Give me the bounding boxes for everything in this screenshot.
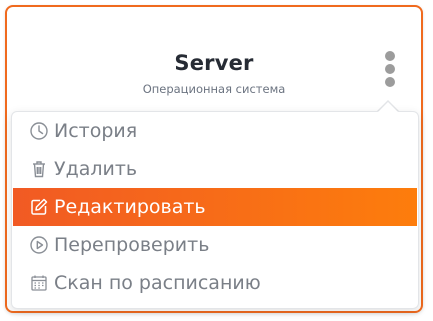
context-menu: История Удалить Редактировать Перепровер… [11, 111, 419, 309]
menu-item-scheduled-scan[interactable]: Скан по расписанию [13, 264, 417, 302]
clock-icon [28, 120, 50, 142]
trash-icon [28, 158, 50, 180]
kebab-dot [385, 64, 395, 74]
calendar-icon [28, 272, 50, 294]
menu-item-label: Скан по расписанию [54, 272, 261, 294]
card-title: Server [174, 51, 254, 75]
menu-item-label: История [54, 120, 138, 142]
menu-pointer-fill [378, 102, 398, 112]
menu-item-label: Перепроверить [54, 234, 210, 256]
card-subtitle: Операционная система [142, 82, 286, 96]
edit-icon [28, 196, 50, 218]
menu-item-label: Редактировать [54, 196, 206, 218]
more-options-icon[interactable] [379, 49, 401, 89]
menu-item-label: Удалить [54, 158, 138, 180]
menu-item-history[interactable]: История [13, 112, 417, 150]
play-circle-icon [28, 234, 50, 256]
menu-item-delete[interactable]: Удалить [13, 150, 417, 188]
menu-item-recheck[interactable]: Перепроверить [13, 226, 417, 264]
menu-item-edit[interactable]: Редактировать [13, 188, 417, 226]
kebab-dot [385, 51, 395, 61]
kebab-dot [385, 77, 395, 87]
